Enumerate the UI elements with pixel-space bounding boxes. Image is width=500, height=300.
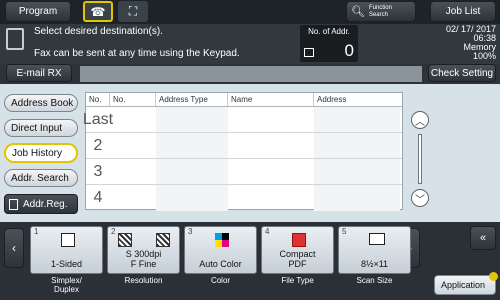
single-sided-icon xyxy=(61,233,75,247)
scroll-up-button[interactable]: ︿ xyxy=(411,111,429,129)
notification-dot-icon xyxy=(489,272,498,281)
table-row[interactable]: Last xyxy=(82,107,402,133)
resolution-icon xyxy=(118,233,132,247)
function-search-label: Function Search xyxy=(368,4,392,18)
table-header: No. No. Address Type Name Address xyxy=(86,93,402,107)
scan-size-caption: Scan Size xyxy=(356,276,393,285)
resolution-fine-icon xyxy=(156,233,170,247)
top-bar xyxy=(0,0,500,24)
table-row[interactable]: 4 xyxy=(86,185,402,211)
status-info: 02/ 17/ 2017 06:38 Memory 100% xyxy=(420,25,496,61)
sidebar-item-job-history[interactable]: Job History xyxy=(4,143,78,163)
job-list-label: Job List xyxy=(445,6,481,17)
chevron-down-icon: ﹀ xyxy=(415,194,425,206)
header-no-1: No. xyxy=(86,93,110,106)
no-of-addr-label: No. of Addr. xyxy=(308,27,350,36)
sidebar-item-label: Address Book xyxy=(11,97,74,109)
tile-label: Auto Color xyxy=(199,259,242,269)
message-line-1: Select desired destination(s). xyxy=(34,26,163,37)
tile-number: 2 xyxy=(111,227,116,236)
no-of-addr-value: 0 xyxy=(344,41,354,60)
table-row[interactable]: 2 xyxy=(86,133,402,159)
resolution-caption: Resolution xyxy=(124,276,163,285)
scan-mode-icon[interactable]: ⛶ xyxy=(118,1,148,22)
sidebar-item-label: Addr. Search xyxy=(11,172,69,184)
fax-document-icon xyxy=(6,28,24,50)
program-label: Program xyxy=(18,6,58,17)
pdf-icon xyxy=(292,233,306,247)
address-register-icon xyxy=(9,198,18,210)
application-label: Application xyxy=(441,280,486,290)
tile-number: 4 xyxy=(265,227,270,236)
email-rx-label: E-mail RX xyxy=(16,67,62,79)
address-count-box: No. of Addr. 0 xyxy=(300,25,358,62)
sidebar-item-label: Direct Input xyxy=(11,122,63,134)
tile-label: S 300dpi F Fine xyxy=(125,249,162,269)
table-row[interactable]: 3 xyxy=(86,159,402,185)
color-icon xyxy=(215,233,229,247)
simplex-duplex-tile[interactable]: 1 1-Sided xyxy=(30,226,103,274)
tile-label: 8½×11 xyxy=(360,259,389,269)
sidebar-item-addr-search[interactable]: Addr. Search xyxy=(4,169,78,187)
file-type-tile[interactable]: 4 Compact PDF xyxy=(261,226,334,274)
row-number: 2 xyxy=(93,136,103,154)
application-button[interactable]: Application xyxy=(434,272,498,295)
scroll-track[interactable] xyxy=(418,134,422,184)
sidebar-item-direct-input[interactable]: Direct Input xyxy=(4,119,78,137)
row-number: 3 xyxy=(93,162,103,180)
header-address: Address xyxy=(317,95,347,104)
check-setting-label: Check Setting xyxy=(430,67,494,79)
header-address-type: Address Type xyxy=(156,93,228,106)
tile-number: 3 xyxy=(188,227,193,236)
fax-mode-icon[interactable]: ☎ xyxy=(83,1,113,22)
resolution-tile[interactable]: 2 S 300dpi F Fine xyxy=(107,226,180,274)
check-setting-button[interactable]: Check Setting xyxy=(428,64,496,82)
list-icon xyxy=(304,48,314,57)
memory-value: 100% xyxy=(472,51,496,61)
sidebar-item-address-book[interactable]: Address Book xyxy=(4,94,78,112)
color-tile[interactable]: 3 Auto Color xyxy=(184,226,257,274)
chevron-left-icon: ‹ xyxy=(12,241,16,255)
tile-number: 5 xyxy=(342,227,347,236)
paper-size-icon xyxy=(369,233,385,245)
double-chevron-left-icon: « xyxy=(479,232,487,244)
color-caption: Color xyxy=(210,276,231,285)
row-number: Last xyxy=(82,110,114,128)
chevron-up-icon: ︿ xyxy=(415,116,425,128)
simplex-duplex-caption: Simplex/ Duplex xyxy=(51,276,82,294)
collapse-button[interactable]: « xyxy=(470,226,496,250)
program-button[interactable]: Program xyxy=(5,1,71,22)
file-type-caption: File Type xyxy=(281,276,314,285)
tile-label: 1-Sided xyxy=(50,259,83,269)
job-history-table: No. No. Address Type Name Address Last 2… xyxy=(82,92,403,211)
addr-reg-label: Addr.Reg. xyxy=(23,198,68,210)
job-list-button[interactable]: Job List xyxy=(430,1,496,22)
scan-size-tile[interactable]: 5 8½×11 xyxy=(338,226,411,274)
search-icon: 🔍︎ xyxy=(351,6,365,18)
header-name: Name xyxy=(228,93,314,106)
sidebar-item-label: Job History xyxy=(12,147,63,159)
tile-number: 1 xyxy=(34,227,39,236)
function-search-button[interactable]: 🔍︎ Function Search xyxy=(346,1,416,22)
addr-reg-button[interactable]: Addr.Reg. xyxy=(4,194,78,214)
destination-field xyxy=(80,66,422,82)
email-rx-button[interactable]: E-mail RX xyxy=(6,64,72,82)
row-number: 4 xyxy=(93,189,103,206)
message-line-2: Fax can be sent at any time using the Ke… xyxy=(34,48,240,59)
scroll-down-button[interactable]: ﹀ xyxy=(411,189,429,207)
tile-label: Compact PDF xyxy=(279,249,316,269)
prev-page-button[interactable]: ‹ xyxy=(4,228,24,268)
header-no-2: No. xyxy=(110,93,156,106)
